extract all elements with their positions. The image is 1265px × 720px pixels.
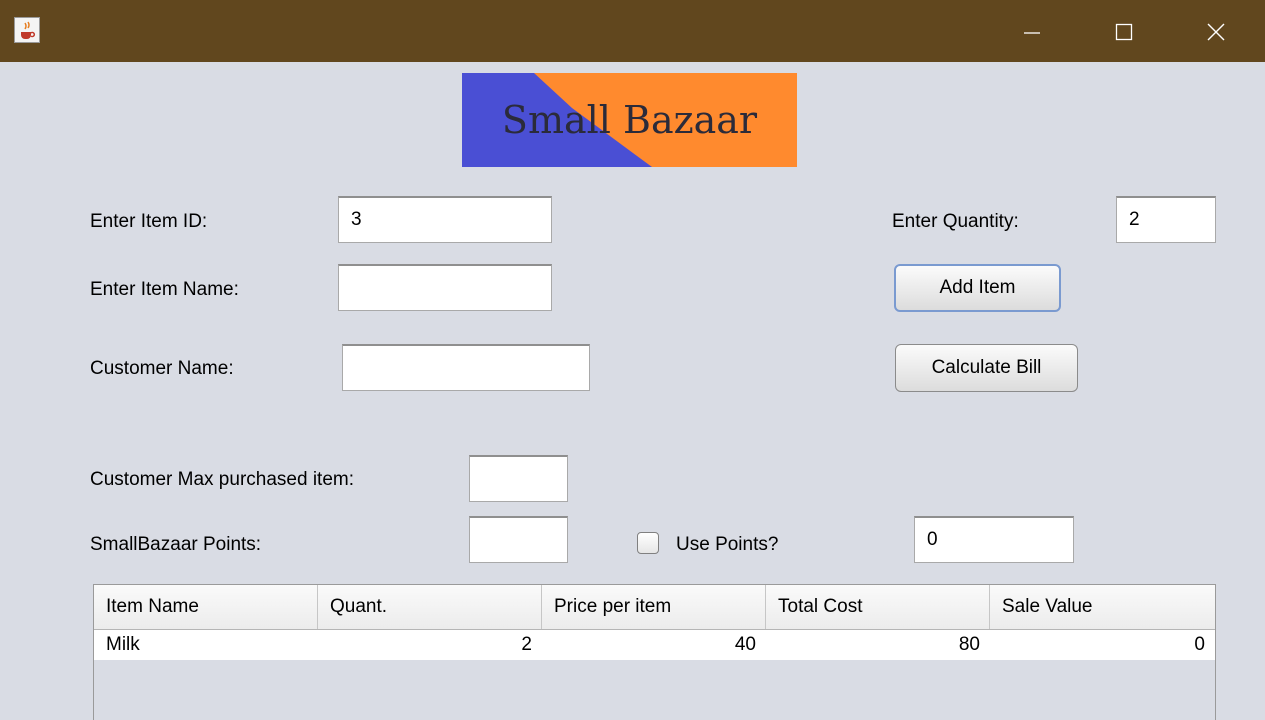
points-label: SmallBazaar Points: [90, 534, 262, 555]
maximize-icon [1115, 23, 1133, 41]
minimize-icon [1024, 32, 1040, 34]
java-cup-icon[interactable] [14, 17, 40, 43]
close-icon [1207, 23, 1225, 41]
table-row[interactable]: Milk 2 40 80 0 [94, 630, 1215, 660]
logo-text: Small Bazaar [501, 98, 758, 142]
use-points-checkbox[interactable] [637, 532, 659, 554]
column-price[interactable]: Price per item [542, 585, 766, 629]
cell-sale-value: 0 [1194, 634, 1205, 655]
minimize-button[interactable] [986, 0, 1078, 62]
use-points-label[interactable]: Use Points? [676, 531, 778, 559]
item-id-label: Enter Item ID: [90, 211, 208, 232]
column-item-name[interactable]: Item Name [94, 585, 318, 629]
customer-name-label: Customer Name: [90, 358, 234, 379]
items-table: Item Name Quant. Price per item Total Co… [93, 584, 1216, 720]
cell-item-name: Milk [106, 634, 140, 655]
column-total-cost[interactable]: Total Cost [766, 585, 990, 629]
window-titlebar [0, 0, 1265, 62]
points-field[interactable] [469, 516, 568, 563]
quantity-field[interactable]: 2 [1116, 196, 1216, 243]
cell-price: 40 [734, 634, 756, 655]
small-bazaar-logo: Small Bazaar [462, 73, 797, 167]
cell-quantity: 2 [521, 634, 532, 655]
item-name-label: Enter Item Name: [90, 279, 239, 300]
cell-total-cost: 80 [958, 634, 980, 655]
max-purchased-field[interactable] [469, 455, 568, 502]
quantity-label: Enter Quantity: [892, 211, 1019, 232]
column-sale-value[interactable]: Sale Value [990, 585, 1215, 629]
item-name-field[interactable] [338, 264, 552, 311]
close-button[interactable] [1170, 0, 1262, 62]
column-quantity[interactable]: Quant. [318, 585, 542, 629]
maximize-button[interactable] [1078, 0, 1170, 62]
table-header: Item Name Quant. Price per item Total Co… [94, 585, 1215, 630]
customer-name-field[interactable] [342, 344, 590, 391]
item-id-field[interactable]: 3 [338, 196, 552, 243]
points-used-field[interactable]: 0 [914, 516, 1074, 563]
add-item-button[interactable]: Add Item [894, 264, 1061, 312]
max-purchased-label: Customer Max purchased item: [90, 469, 354, 490]
calculate-bill-button[interactable]: Calculate Bill [895, 344, 1078, 392]
